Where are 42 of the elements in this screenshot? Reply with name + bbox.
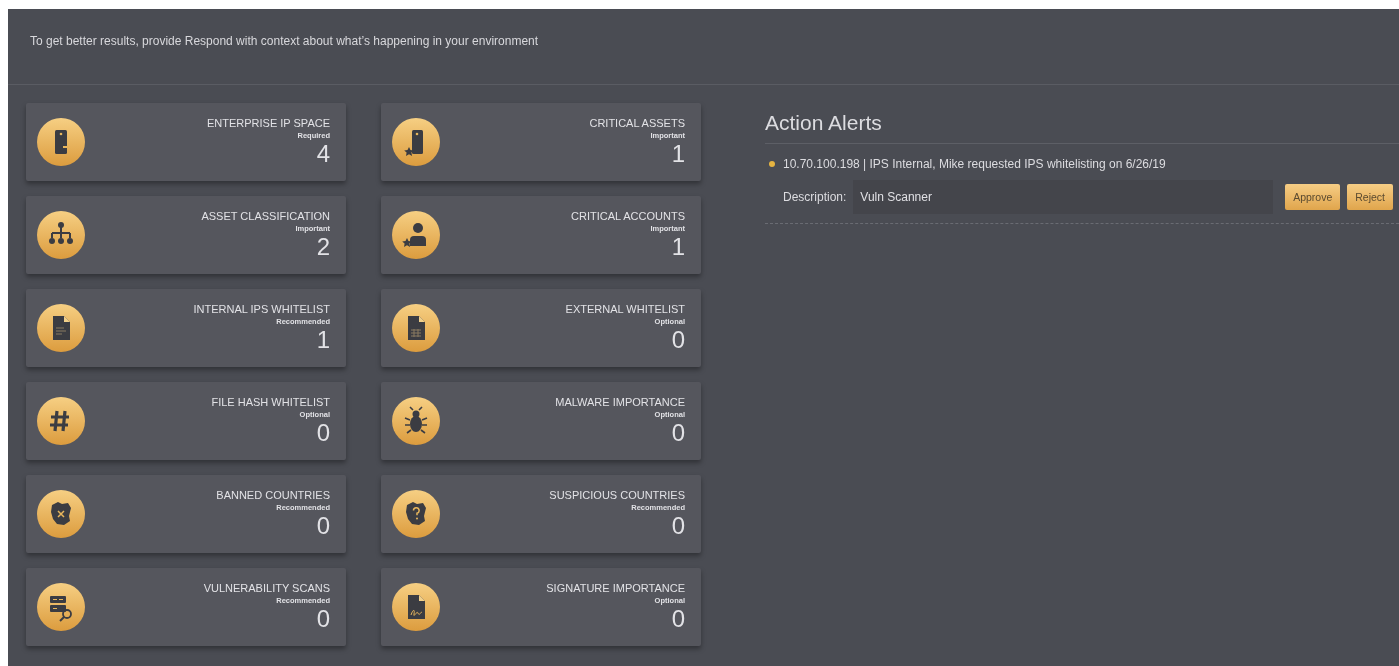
bug-icon [392,397,440,445]
hierarchy-icon [37,211,85,259]
count-value: 0 [671,606,685,632]
panel-title: Action Alerts [765,111,1399,144]
count-value: 2 [316,234,330,260]
spreadsheet-icon [392,304,440,352]
alert-summary: 10.70.100.198 | IPS Internal, Mike requested IPS whitelisting on 6/26/19 [783,157,1166,171]
count-value: 0 [671,327,685,353]
count-value: 0 [671,420,685,446]
count-value: 1 [316,327,330,353]
context-message: To get better results, provide Respond with context about what’s happening in your environment [30,34,539,48]
card-title: EXTERNAL WHITELIST [565,303,685,316]
card-title: CRITICAL ACCOUNTS [571,210,685,223]
card-title: ASSET CLASSIFICATION [201,210,330,223]
scan-icon [37,583,85,631]
shield-question-icon [392,490,440,538]
document-icon [37,304,85,352]
card-title: MALWARE IMPORTANCE [555,396,685,409]
card-title: CRITICAL ASSETS [589,117,685,130]
signature-icon [392,583,440,631]
count-value: 4 [316,141,330,167]
hash-icon [37,397,85,445]
card-title: FILE HASH WHITELIST [211,396,330,409]
count-value: 0 [316,420,330,446]
server-icon [37,118,85,166]
card-title: ENTERPRISE IP SPACE [206,117,330,130]
count-value: 0 [671,513,685,539]
count-value: 1 [671,234,685,260]
status-dot [769,161,775,167]
reject-button[interactable]: Reject [1347,184,1393,210]
count-value: 0 [316,606,330,632]
field-label: Description: [783,190,847,204]
card-title: VULNERABILITY SCANS [203,582,330,595]
card-title: SUSPICIOUS COUNTRIES [549,489,685,502]
description-field[interactable]: Vuln Scanner [853,180,1274,214]
card-title: BANNED COUNTRIES [216,489,330,502]
shield-x-icon [37,490,85,538]
count-value: 1 [671,141,685,167]
card-title: INTERNAL IPS WHITELIST [193,303,330,316]
count-value: 0 [316,513,330,539]
card-title: SIGNATURE IMPORTANCE [546,582,685,595]
approve-button[interactable]: Approve [1285,184,1341,210]
